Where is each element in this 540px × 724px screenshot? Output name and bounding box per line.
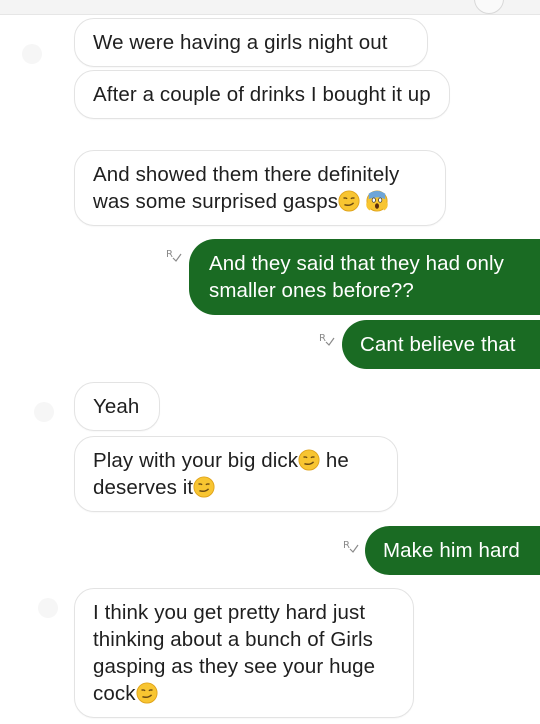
smirking-face-icon <box>298 449 320 471</box>
smirking-face-icon <box>136 682 158 704</box>
read-receipt-icon: R <box>319 333 335 346</box>
outgoing-message[interactable]: Cant believe that <box>342 320 540 369</box>
face-screaming-in-fear-icon <box>366 190 388 212</box>
avatar <box>22 44 42 64</box>
message-text: Make him hard <box>383 539 520 562</box>
avatar <box>38 598 58 618</box>
message-text: We were having a girls night out <box>93 31 388 54</box>
smirking-face-icon <box>193 476 215 498</box>
incoming-message[interactable]: Yeah <box>74 382 160 431</box>
svg-text:R: R <box>166 249 173 260</box>
header-button[interactable] <box>474 0 504 14</box>
incoming-message[interactable]: We were having a girls night out <box>74 18 428 67</box>
message-text: Yeah <box>93 395 140 418</box>
outgoing-message[interactable]: And they said that they had only smaller… <box>189 239 540 315</box>
svg-text:R: R <box>343 540 350 551</box>
read-receipt-icon: R <box>166 249 182 262</box>
message-text: Cant believe that <box>360 333 516 356</box>
message-text: And they said that they had only smaller… <box>209 252 504 302</box>
incoming-message[interactable]: I think you get pretty hard just thinkin… <box>74 588 414 718</box>
incoming-message[interactable]: And showed them there definitely was som… <box>74 150 446 226</box>
avatar <box>34 402 54 422</box>
svg-text:R: R <box>319 333 326 344</box>
message-text: After a couple of drinks I bought it up <box>93 83 431 106</box>
read-receipt-icon: R <box>343 540 359 553</box>
outgoing-message[interactable]: Make him hard <box>365 526 540 575</box>
message-text: Play with your big dick <box>93 449 299 472</box>
top-bar <box>0 0 540 15</box>
incoming-message[interactable]: Play with your big dick he deserves it <box>74 436 398 512</box>
smirking-face-icon <box>338 190 360 212</box>
incoming-message[interactable]: After a couple of drinks I bought it up <box>74 70 450 119</box>
